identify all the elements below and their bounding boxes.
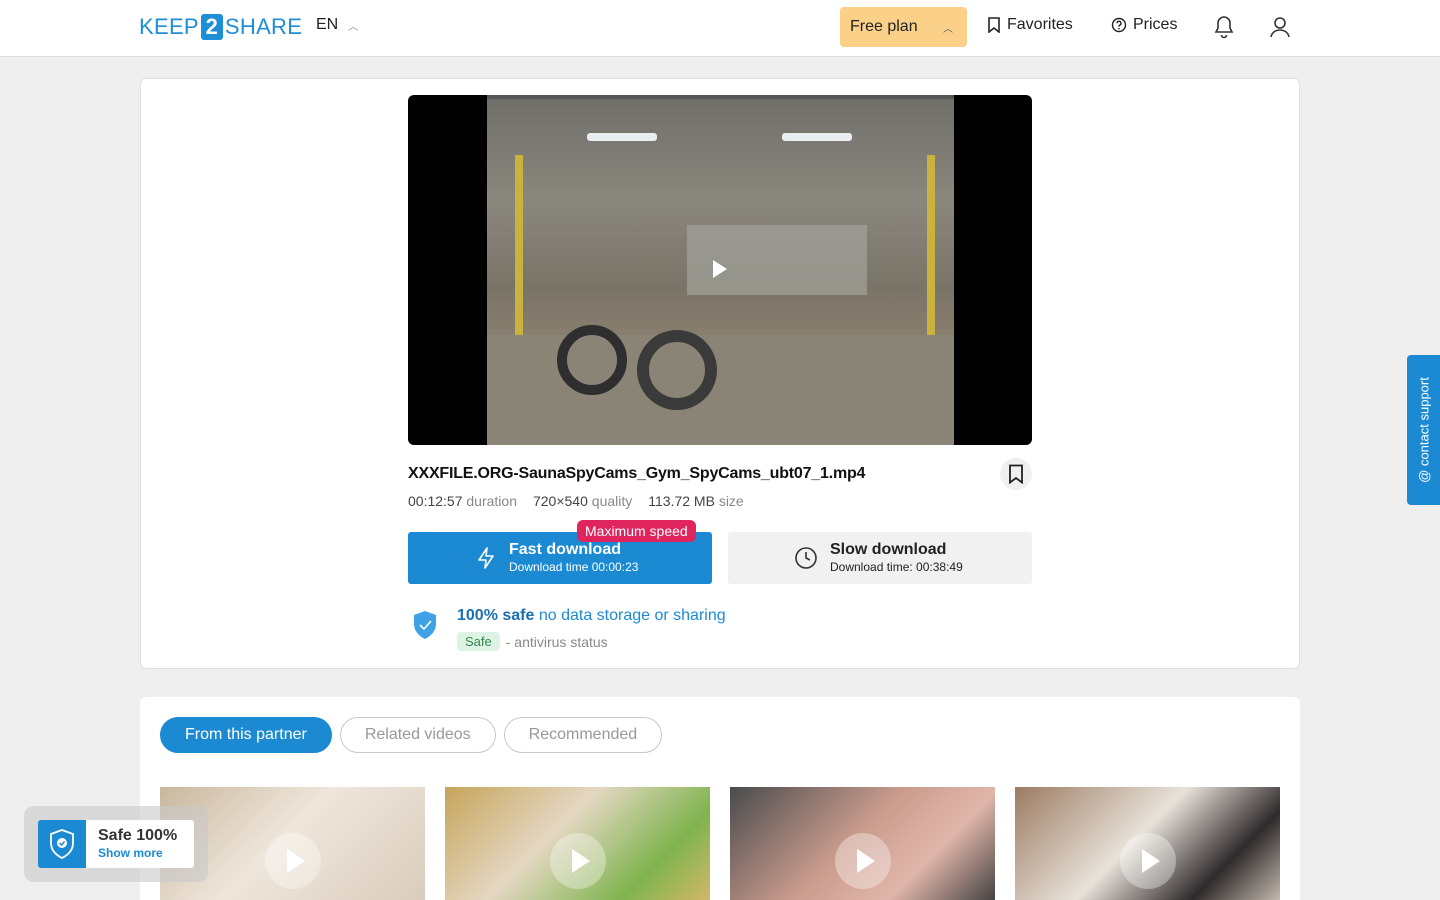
size-value: 113.72 MB <box>648 493 715 509</box>
play-icon[interactable] <box>264 833 321 889</box>
logo-text-right: SHARE <box>224 14 303 39</box>
antivirus-safe-tag: Safe <box>457 632 500 651</box>
safe-popup: Safe 100% Show more <box>24 806 208 882</box>
duration-info: 00:12:57 duration <box>408 493 517 509</box>
fast-download-time: Download time 00:00:23 <box>509 560 639 574</box>
tab-recommended[interactable]: Recommended <box>503 717 663 753</box>
ceiling-beam <box>487 95 954 99</box>
shield-check-icon <box>38 820 86 868</box>
safety-statement[interactable]: 100% safe no data storage or sharing <box>457 607 726 625</box>
video-thumbnail[interactable] <box>730 787 995 900</box>
video-thumbnail[interactable] <box>1015 787 1280 900</box>
play-icon[interactable] <box>549 833 606 889</box>
bookmark-icon <box>988 17 1000 33</box>
file-card: XXXFILE.ORG-SaunaSpyCams_Gym_SpyCams_ubt… <box>140 78 1300 669</box>
antivirus-status: Safe - antivirus status <box>457 632 608 651</box>
user-account-icon[interactable] <box>1269 15 1291 44</box>
play-icon[interactable] <box>834 833 891 889</box>
video-thumbnail[interactable] <box>445 787 710 900</box>
play-icon[interactable] <box>1119 833 1176 889</box>
exercise-bike-wheel <box>637 330 717 410</box>
antivirus-label: - antivirus status <box>505 633 608 650</box>
size-label: size <box>718 493 744 509</box>
contact-support-label: @ contact support <box>1416 377 1431 483</box>
ceiling-light <box>782 133 852 141</box>
language-selector[interactable]: EN ︿ <box>316 16 358 34</box>
duration-label: duration <box>466 493 517 509</box>
bookmark-icon <box>1009 464 1023 484</box>
tab-related-videos[interactable]: Related videos <box>339 717 496 753</box>
notifications-bell-icon[interactable] <box>1213 15 1235 44</box>
file-name: XXXFILE.ORG-SaunaSpyCams_Gym_SpyCams_ubt… <box>408 465 866 482</box>
favorites-label: Favorites <box>1007 16 1073 33</box>
favorites-link[interactable]: Favorites <box>987 16 1073 34</box>
bookmark-button[interactable] <box>1000 458 1032 490</box>
ceiling-light <box>587 133 657 141</box>
fast-download-title: Fast download <box>509 541 621 558</box>
plan-label: Free plan <box>850 18 918 35</box>
logo-text-mid: 2 <box>200 14 223 40</box>
shield-check-icon <box>412 610 438 645</box>
chevron-up-icon: ︿ <box>943 23 953 35</box>
slow-download-title: Slow download <box>830 541 947 558</box>
prices-link[interactable]: Prices <box>1111 16 1177 34</box>
video-thumbnails <box>160 787 1280 900</box>
lightning-icon <box>478 547 494 569</box>
slow-download-time: Download time: 00:38:49 <box>830 560 963 574</box>
quality-value: 720×540 <box>532 493 588 509</box>
play-icon[interactable] <box>713 260 727 278</box>
logo-text-left: KEEP <box>139 14 199 39</box>
tab-from-this-partner[interactable]: From this partner <box>160 717 332 753</box>
help-circle-icon <box>1111 17 1127 33</box>
maximum-speed-badge: Maximum speed <box>577 520 696 542</box>
contact-support-tab[interactable]: @ contact support <box>1407 355 1440 505</box>
related-videos-section: From this partner Related videos Recomme… <box>140 697 1300 900</box>
plan-dropdown[interactable]: Free plan ︿ <box>840 7 967 47</box>
clock-icon <box>795 547 817 569</box>
quality-label: quality <box>591 493 633 509</box>
keep2share-logo[interactable]: KEEP 2 SHARE <box>139 14 302 40</box>
safe-popup-title: Safe 100% <box>98 827 178 844</box>
safety-rest: no data storage or sharing <box>538 607 726 624</box>
show-more-link[interactable]: Show more <box>98 845 177 861</box>
chevron-up-icon: ︿ <box>348 21 359 33</box>
duration-value: 00:12:57 <box>408 493 463 509</box>
size-info: 113.72 MB size <box>648 493 743 509</box>
language-label: EN <box>316 16 339 33</box>
prices-label: Prices <box>1133 16 1178 33</box>
safe-popup-card[interactable]: Safe 100% Show more <box>38 820 194 868</box>
video-player[interactable] <box>408 95 1032 445</box>
quality-info: 720×540 quality <box>533 493 632 509</box>
slow-download-button[interactable]: Slow download Download time: 00:38:49 <box>728 532 1032 584</box>
related-tabs: From this partner Related videos Recomme… <box>160 717 663 753</box>
safety-bold: 100% safe <box>457 607 535 624</box>
file-meta: 00:12:57 duration 720×540 quality 113.72… <box>408 493 744 509</box>
top-bar: KEEP 2 SHARE EN ︿ Free plan ︿ Favorites … <box>0 0 1440 57</box>
exercise-bike-wheel <box>557 325 627 395</box>
